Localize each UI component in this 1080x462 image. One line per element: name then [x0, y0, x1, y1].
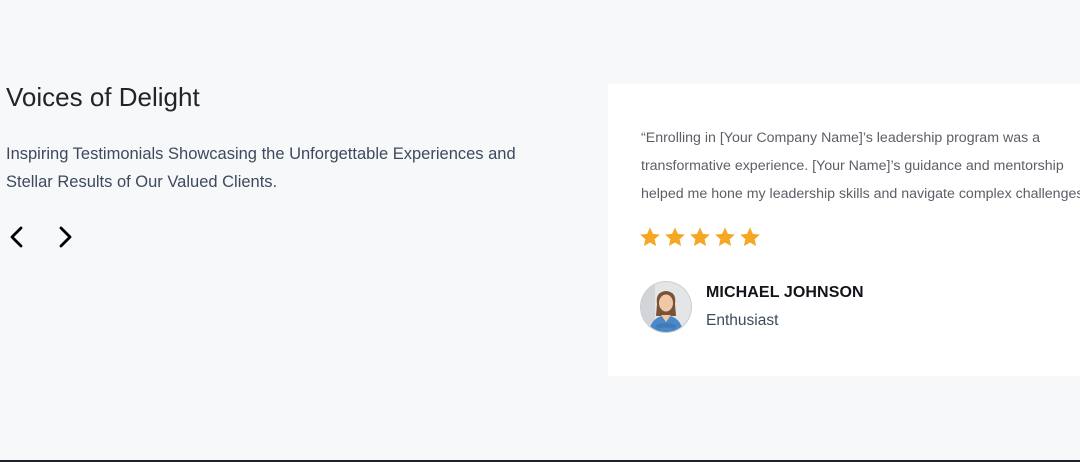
- section-subheading: Inspiring Testimonials Showcasing the Un…: [6, 145, 516, 191]
- star-icon: [690, 227, 710, 246]
- star-icon: [665, 227, 685, 246]
- testimonials-section: Voices of Delight Inspiring Testimonials…: [0, 0, 1080, 460]
- rating-stars: [638, 225, 762, 249]
- star-icon: [715, 227, 735, 246]
- next-testimonial-button[interactable]: [50, 221, 80, 253]
- testimonial-quote: “Enrolling in [Your Company Name]’s lead…: [641, 130, 1080, 202]
- author-name: MICHAEL JOHNSON: [706, 284, 864, 301]
- chevron-left-icon: [10, 226, 23, 248]
- testimonial-card: “Enrolling in [Your Company Name]’s lead…: [608, 84, 1080, 376]
- avatar: [641, 282, 691, 332]
- chevron-right-icon: [59, 226, 72, 248]
- author-role: Enthusiast: [706, 312, 779, 329]
- person-avatar-icon: [641, 282, 691, 332]
- section-heading: Voices of Delight: [6, 82, 200, 112]
- star-icon: [740, 227, 760, 246]
- previous-testimonial-button[interactable]: [2, 221, 32, 253]
- star-icon: [640, 227, 660, 246]
